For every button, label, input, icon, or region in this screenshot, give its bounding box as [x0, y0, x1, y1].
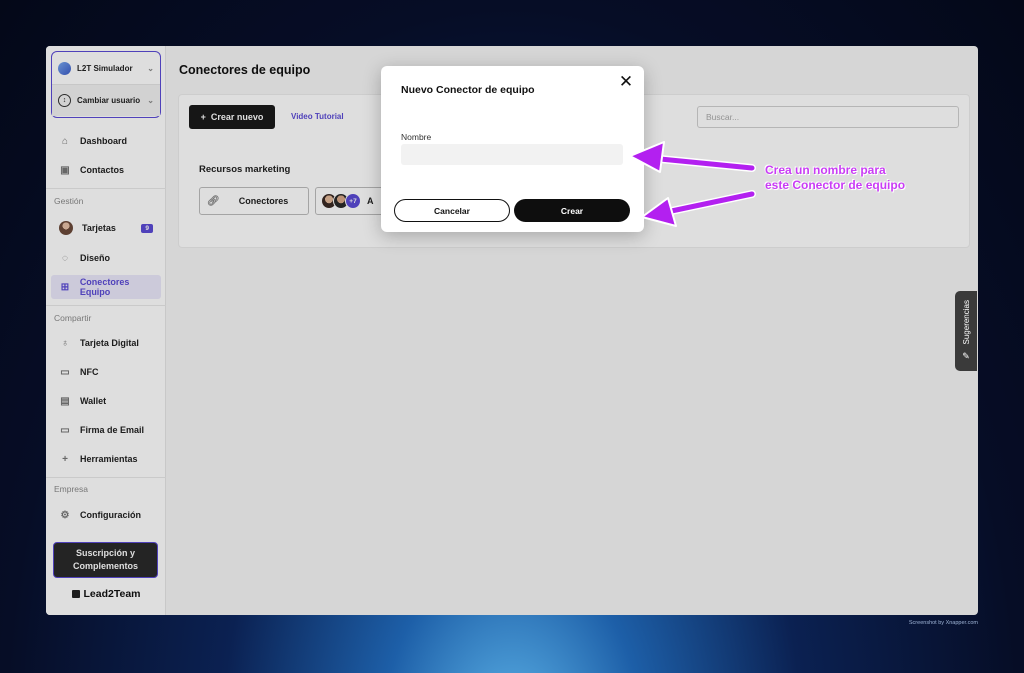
dialog-title: Nuevo Conector de equipo: [401, 84, 535, 96]
screenshot-credit: Screenshot by Xnapper.com: [908, 620, 978, 626]
suggestions-tab[interactable]: Sugerencias ✎: [955, 291, 977, 371]
name-input[interactable]: [401, 144, 623, 165]
name-field-label: Nombre: [401, 132, 432, 142]
edit-icon: ✎: [962, 350, 970, 361]
close-icon[interactable]: ✕: [617, 73, 635, 91]
create-button[interactable]: Crear: [514, 199, 630, 222]
new-connector-dialog: Nuevo Conector de equipo ✕ Nombre Cancel…: [381, 66, 644, 232]
annotation-line-2: este Conector de equipo: [765, 178, 906, 192]
cancel-button[interactable]: Cancelar: [394, 199, 510, 222]
suggestions-label: Sugerencias: [961, 300, 971, 345]
annotation-line-1: Crea un nombre para: [765, 163, 886, 177]
annotation-text: Crea un nombre para este Conector de equ…: [765, 163, 905, 193]
